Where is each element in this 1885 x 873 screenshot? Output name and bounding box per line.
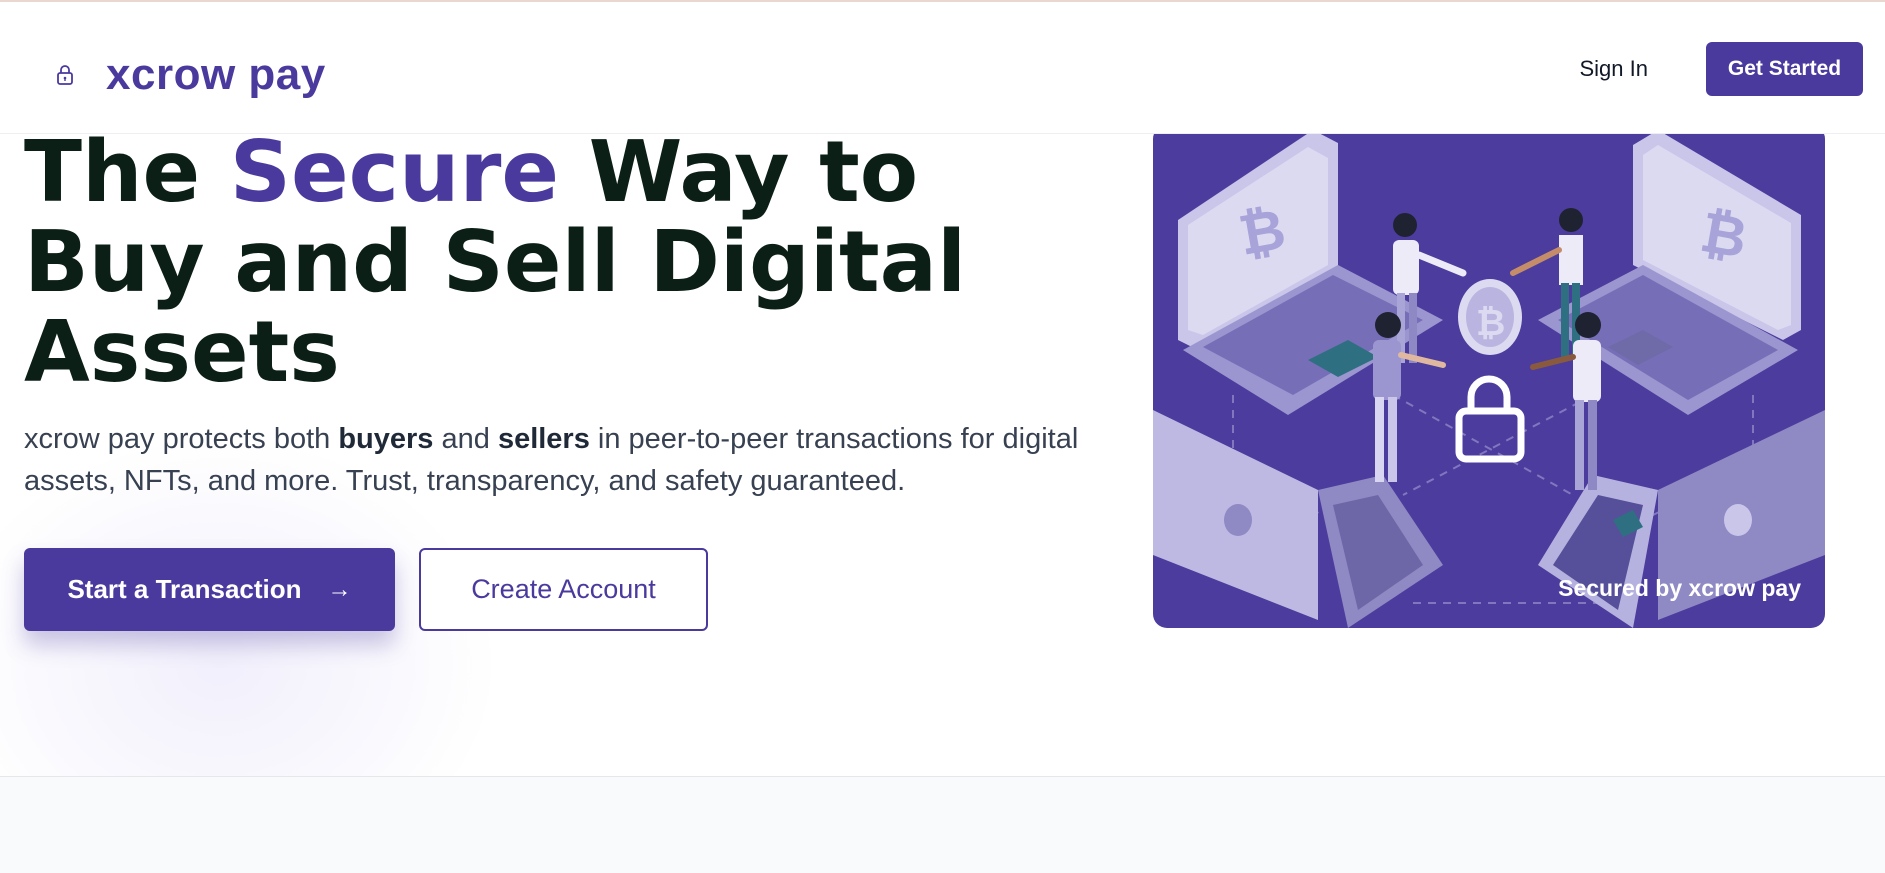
create-account-button[interactable]: Create Account [419,548,708,631]
hero-desc-text-2: and [433,423,498,455]
hero-title-part1: The [24,123,230,222]
svg-text:₿: ₿ [1476,303,1505,344]
create-account-label: Create Account [471,574,656,604]
brand-name: xcrow pay [106,50,326,99]
bitcoin-icon: ₿ [1458,279,1522,355]
header-nav: Sign In Get Started [1580,42,1863,96]
hero-title: The Secure Way to Buy and Sell Digital A… [24,128,984,398]
start-transaction-button[interactable]: Start a Transaction → [24,548,395,631]
padlock-icon [1455,375,1525,463]
laptop-icon [1153,410,1443,628]
get-started-button[interactable]: Get Started [1706,42,1863,96]
hero-description: xcrow pay protects both buyers and selle… [24,418,1084,502]
lock-icon [57,65,73,85]
site-header: xcrow pay Sign In Get Started [0,2,1885,134]
hero-desc-text-1: xcrow pay protects both [24,423,339,455]
brand-logo[interactable]: xcrow pay [56,50,326,100]
hero-desc-buyers: buyers [338,423,434,455]
hero-illustration: ₿ ₿ ₿ Secured by xcrow pay [1153,125,1825,628]
hero-desc-sellers: sellers [497,423,590,455]
start-transaction-label: Start a Transaction [67,574,302,604]
illustration-caption: Secured by xcrow pay [1558,575,1801,601]
next-section-band [0,777,1885,873]
arrow-right-icon: → [327,575,352,603]
illustration-art: ₿ ₿ ₿ [1153,130,1825,628]
hero-title-accent: Secure [229,123,560,222]
sign-in-link[interactable]: Sign In [1580,56,1649,82]
